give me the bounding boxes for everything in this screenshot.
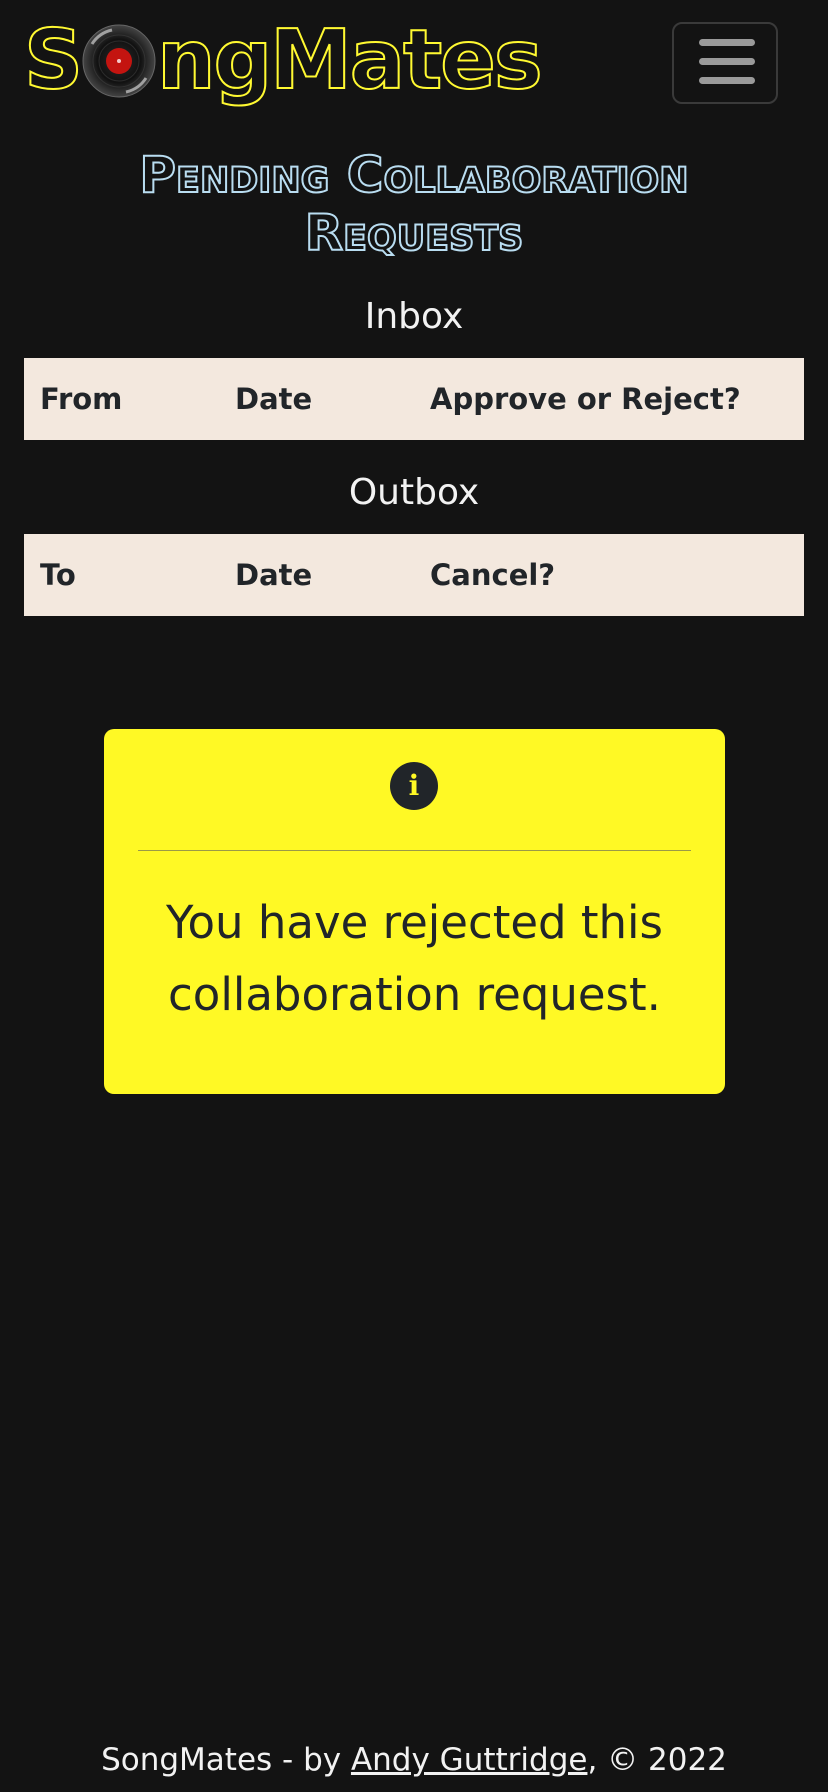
outbox-table: To Date Cancel? (24, 534, 804, 616)
inbox-col-from: From (40, 382, 123, 416)
inbox-header-row: From Date Approve or Reject? (24, 358, 804, 440)
site-logo[interactable]: S ngMates (23, 12, 544, 109)
logo-text-end: ngMates (156, 13, 544, 109)
page-title-line2: Requests (304, 203, 525, 263)
inbox-col-date: Date (235, 382, 313, 416)
footer-prefix: SongMates - by (101, 1742, 351, 1778)
alert-divider (138, 850, 691, 851)
menu-toggle-button[interactable] (672, 22, 778, 104)
outbox-col-cancel: Cancel? (430, 558, 556, 592)
inbox-heading: Inbox (364, 296, 464, 337)
author-link[interactable]: Andy Guttridge (351, 1742, 588, 1778)
outbox-heading: Outbox (348, 472, 480, 513)
hamburger-menu-icon (699, 39, 755, 46)
footer-suffix: , © 2022 (587, 1742, 727, 1778)
outbox-col-to: To (40, 558, 76, 592)
logo-wordmark: S ngMates (23, 12, 544, 109)
page-title: Pending Collaboration Requests (20, 145, 808, 263)
logo-text-start: S (23, 13, 84, 109)
inbox-table: From Date Approve or Reject? (24, 358, 804, 440)
footer: SongMates - by Andy Guttridge, © 2022 (0, 1740, 828, 1780)
inbox-col-approve-reject: Approve or Reject? (430, 382, 741, 416)
alert-message: You have rejected this collaboration req… (165, 896, 664, 1021)
navbar: S ngMates (0, 0, 828, 125)
outbox-col-date: Date (235, 558, 313, 592)
hamburger-menu-icon-bar (699, 77, 755, 84)
page-title-line1: Pending Collaboration (138, 145, 689, 205)
outbox-header-row: To Date Cancel? (24, 534, 804, 616)
rejection-alert: i You have rejected this collaboration r… (104, 729, 725, 1094)
info-icon: i (390, 762, 438, 810)
hamburger-menu-icon-bar (699, 58, 755, 65)
vinyl-record-icon (82, 24, 156, 98)
